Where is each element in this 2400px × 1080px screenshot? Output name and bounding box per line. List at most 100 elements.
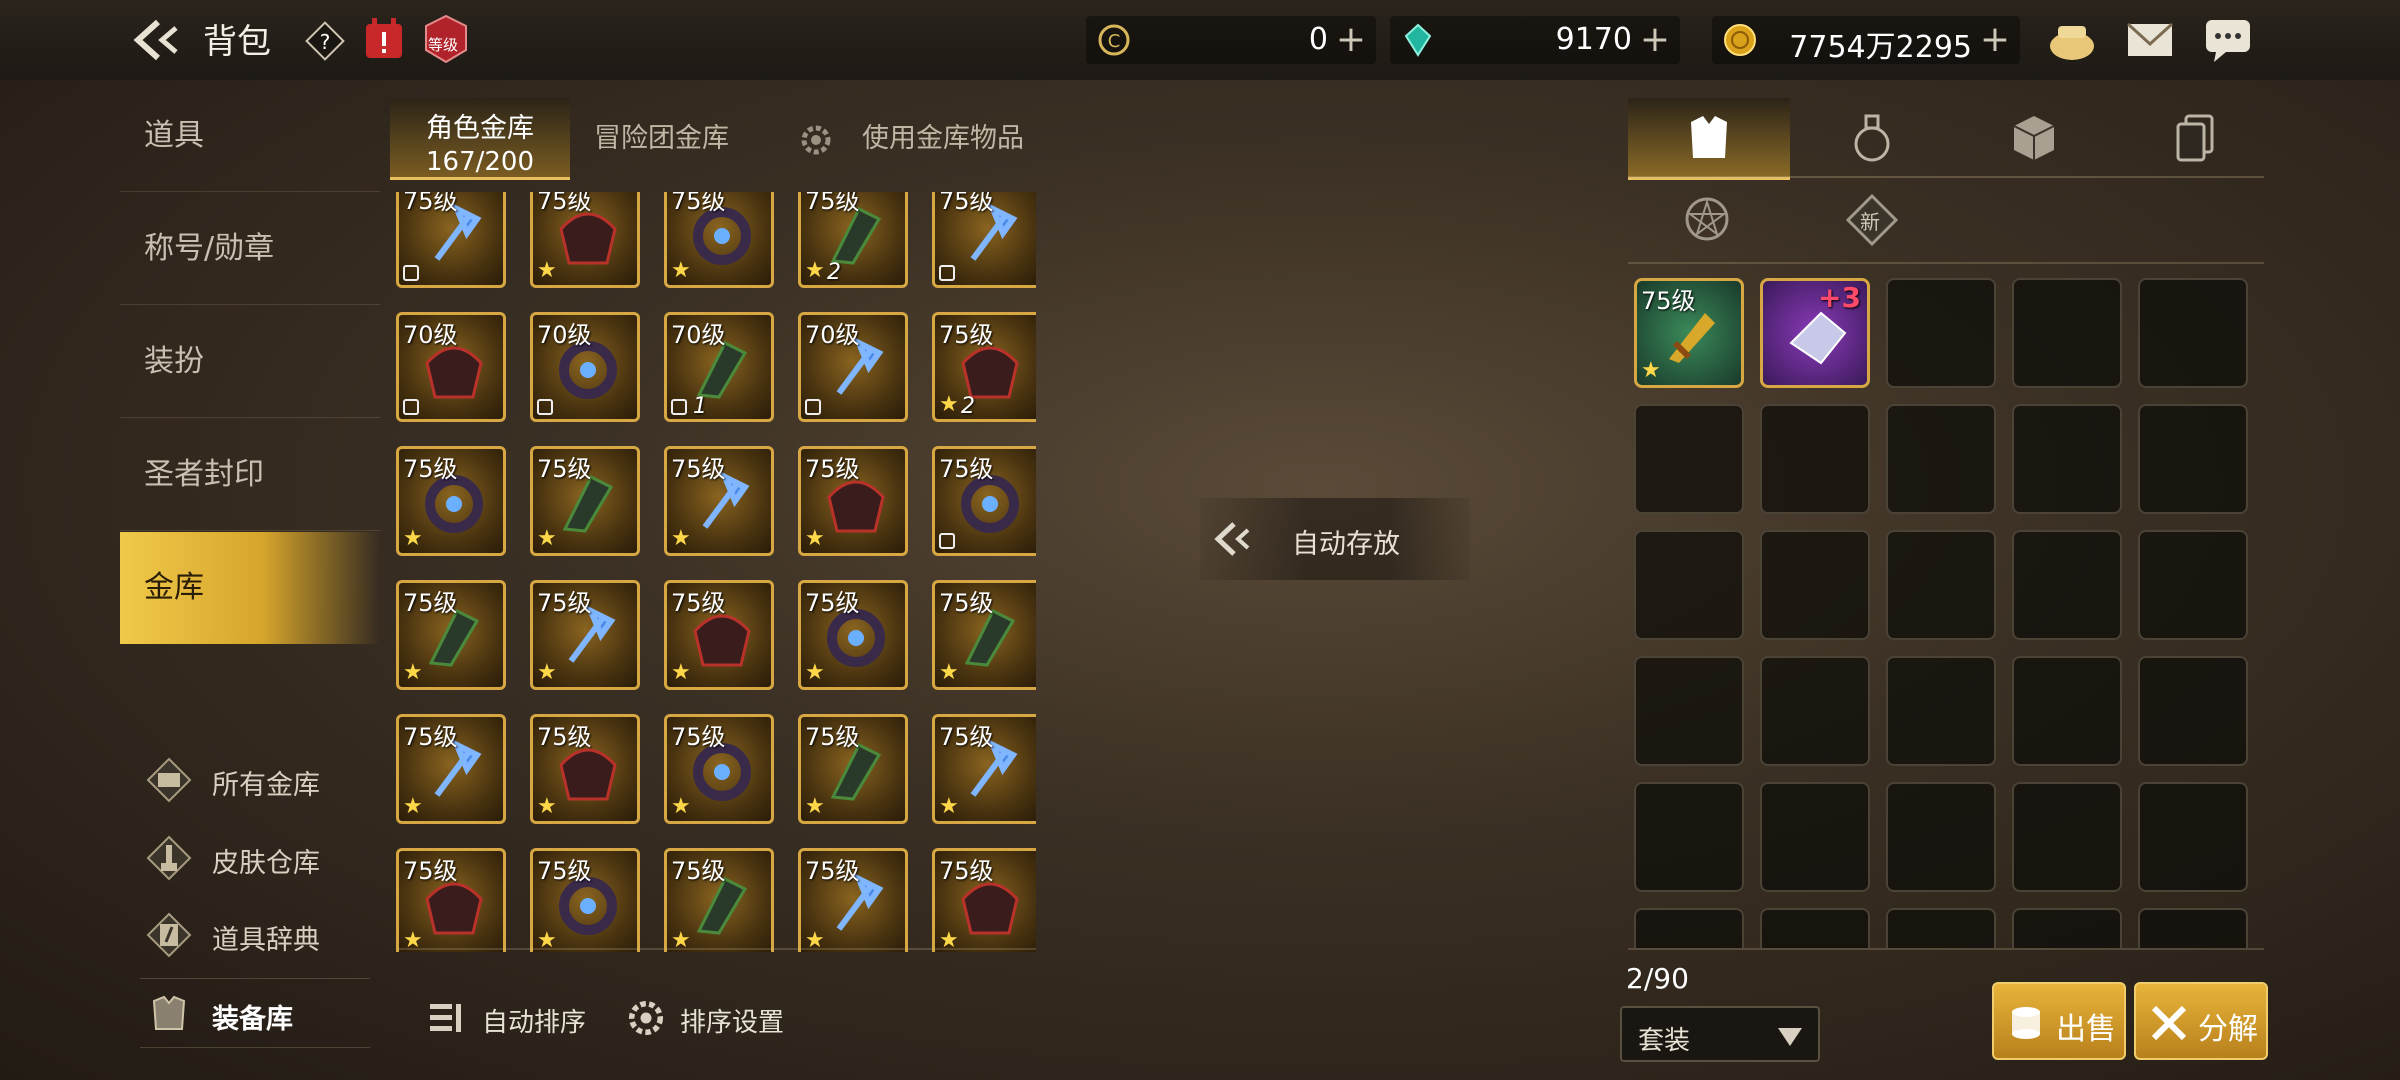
currency-green-gem[interactable]: 9170 +: [1390, 16, 1680, 64]
inventory-capacity: 2/90: [1626, 962, 1689, 995]
nav-item-titles[interactable]: 称号/勋章: [120, 193, 380, 305]
add-c-coin-button[interactable]: +: [1336, 19, 1366, 60]
disassemble-button[interactable]: 分解: [2134, 982, 2268, 1060]
inventory-slot[interactable]: [1886, 782, 1996, 892]
vault-item-slot[interactable]: 70级: [396, 312, 506, 422]
inventory-slot[interactable]: [1886, 656, 1996, 766]
inventory-slot[interactable]: [1634, 782, 1744, 892]
inventory-slot[interactable]: [1634, 404, 1744, 514]
vault-item-slot[interactable]: 70级: [530, 312, 640, 422]
vault-item-slot[interactable]: 75级 ★: [932, 714, 1036, 824]
inventory-slot[interactable]: 75级 ★: [1634, 278, 1744, 388]
inventory-slot[interactable]: [1760, 530, 1870, 640]
vault-item-slot[interactable]: 75级 ★ 2: [798, 192, 908, 288]
vault-item-slot[interactable]: 75级 ★ 2: [932, 312, 1036, 422]
sub-item-equipment-storage[interactable]: 装备库: [140, 978, 370, 1048]
vault-item-slot[interactable]: 75级 ★: [664, 446, 774, 556]
sell-label: 出售: [2056, 1012, 2116, 1047]
use-vault-items-button[interactable]: 使用金库物品: [796, 98, 1056, 180]
vault-item-slot[interactable]: 75级 ★: [664, 848, 774, 952]
vault-item-slot[interactable]: 75级: [932, 446, 1036, 556]
inventory-slot[interactable]: [2138, 404, 2248, 514]
tab-materials[interactable]: [1952, 98, 2114, 180]
tab-adventure-vault[interactable]: 冒险团金库: [594, 98, 794, 180]
add-gold-coin-button[interactable]: +: [1980, 19, 2010, 60]
item-level: 75级: [939, 723, 994, 751]
set-filter-dropdown[interactable]: 套装: [1620, 1006, 1820, 1062]
tab-equipment[interactable]: [1628, 98, 1790, 180]
vault-item-slot[interactable]: 70级 1: [664, 312, 774, 422]
vault-item-slot[interactable]: 75级 ★: [664, 580, 774, 690]
auto-store-button[interactable]: 自动存放: [1200, 498, 1470, 580]
inventory-slot[interactable]: [2138, 530, 2248, 640]
inventory-slot[interactable]: [2138, 656, 2248, 766]
vault-item-slot[interactable]: 75级 ★: [798, 446, 908, 556]
vault-item-slot[interactable]: 75级 ★: [530, 848, 640, 952]
pouch-icon[interactable]: [2044, 12, 2100, 68]
mail-icon[interactable]: [2122, 12, 2178, 68]
inventory-slot[interactable]: +3: [1760, 278, 1870, 388]
level-badge-icon[interactable]: 等级: [422, 14, 470, 64]
sort-settings-button[interactable]: 排序设置: [624, 994, 794, 1042]
tab-cards[interactable]: [2114, 98, 2276, 180]
tab-character-vault[interactable]: 角色金库 167/200: [390, 98, 570, 180]
nav-item-items[interactable]: 道具: [120, 80, 380, 192]
vault-item-slot[interactable]: 75级 ★: [530, 714, 640, 824]
vault-item-slot[interactable]: 75级 ★: [530, 192, 640, 288]
sell-button[interactable]: 出售: [1992, 982, 2126, 1060]
inventory-slot[interactable]: [1760, 782, 1870, 892]
chat-icon[interactable]: [2200, 12, 2256, 68]
inventory-slot[interactable]: [2138, 908, 2248, 948]
inventory-slot[interactable]: [1886, 530, 1996, 640]
currency-c-coin[interactable]: C 0 +: [1086, 16, 1376, 64]
inventory-slot[interactable]: [1634, 908, 1744, 948]
inventory-slot[interactable]: [2012, 782, 2122, 892]
inventory-slot[interactable]: [1760, 908, 1870, 948]
vault-item-slot[interactable]: 75级 ★: [664, 714, 774, 824]
vault-item-slot[interactable]: 70级: [798, 312, 908, 422]
nav-item-seal[interactable]: 圣者封印: [120, 419, 380, 531]
tab-consumables[interactable]: [1790, 98, 1952, 180]
vault-item-slot[interactable]: 75级 ★: [530, 446, 640, 556]
inventory-slot[interactable]: [1760, 404, 1870, 514]
inventory-slot[interactable]: [2012, 404, 2122, 514]
vault-item-slot[interactable]: 75级 ★: [932, 580, 1036, 690]
vault-item-slot[interactable]: 75级 ★: [396, 714, 506, 824]
vault-item-slot[interactable]: 75级 ★: [396, 446, 506, 556]
vault-item-slot[interactable]: 75级: [396, 192, 506, 288]
vault-item-slot[interactable]: 75级: [932, 192, 1036, 288]
inventory-slot[interactable]: [2138, 782, 2248, 892]
inventory-slot[interactable]: [1634, 530, 1744, 640]
inventory-slot[interactable]: [1760, 656, 1870, 766]
vault-item-slot[interactable]: 75级 ★: [664, 192, 774, 288]
vault-item-slot[interactable]: 75级 ★: [530, 580, 640, 690]
auto-sort-button[interactable]: 自动排序: [426, 994, 596, 1042]
inventory-slot[interactable]: [2138, 278, 2248, 388]
back-arrow-icon[interactable]: [132, 18, 182, 62]
sub-item-all-vaults[interactable]: 所有金库: [140, 745, 370, 815]
vault-item-slot[interactable]: 75级 ★: [932, 848, 1036, 952]
inventory-slot[interactable]: [2012, 530, 2122, 640]
calendar-icon[interactable]: [362, 16, 406, 62]
vault-item-slot[interactable]: 75级 ★: [798, 714, 908, 824]
vault-item-slot[interactable]: 75级 ★: [396, 580, 506, 690]
add-green-gem-button[interactable]: +: [1640, 19, 1670, 60]
nav-item-costume[interactable]: 装扮: [120, 306, 380, 418]
inventory-slot[interactable]: [1886, 908, 1996, 948]
sub-item-skin-storage[interactable]: 皮肤仓库: [140, 823, 370, 893]
vault-item-slot[interactable]: 75级 ★: [396, 848, 506, 952]
inventory-slot[interactable]: [1634, 656, 1744, 766]
currency-gold-coin[interactable]: 7754万2295 +: [1712, 16, 2020, 65]
help-icon[interactable]: ?: [304, 20, 346, 62]
pentagram-filter-icon[interactable]: [1682, 194, 1732, 244]
new-filter-button[interactable]: 新: [1846, 194, 1898, 246]
inventory-slot[interactable]: [1886, 404, 1996, 514]
sub-item-item-dictionary[interactable]: 道具辞典: [140, 900, 370, 970]
inventory-slot[interactable]: [2012, 278, 2122, 388]
inventory-slot[interactable]: [2012, 656, 2122, 766]
vault-item-slot[interactable]: 75级 ★: [798, 580, 908, 690]
inventory-slot[interactable]: [1886, 278, 1996, 388]
vault-item-slot[interactable]: 75级 ★: [798, 848, 908, 952]
inventory-slot[interactable]: [2012, 908, 2122, 948]
nav-item-vault[interactable]: 金库: [120, 532, 380, 644]
